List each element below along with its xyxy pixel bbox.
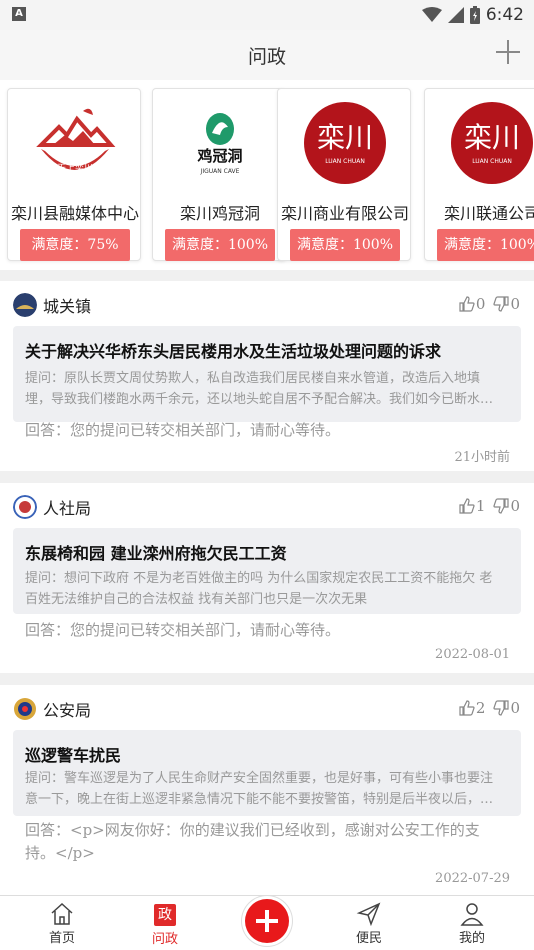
nav-mine[interactable]: 我的 — [442, 902, 502, 946]
org-name: 栾川县融媒体中心 — [10, 204, 139, 223]
page-title: 问政 — [247, 46, 286, 68]
question-title: 巡逻警车扰民 — [25, 746, 122, 765]
dislike-button[interactable]: 0 — [493, 295, 520, 313]
user-icon — [460, 903, 484, 926]
thumbs-down-icon — [493, 498, 510, 514]
notification-a-icon: A — [12, 7, 26, 21]
question-box[interactable]: 关于解决兴华桥东头居民楼用水及生活垃圾处理问题的诉求 提问：原队长贾文周仗势欺人… — [13, 326, 521, 422]
luanchuan-red-circle-logo-icon: 栾川 LUAN CHUAN — [451, 102, 533, 184]
org-card[interactable]: 鸡冠洞 JIGUAN CAVE 栾川鸡冠洞 满意度：100% — [152, 88, 286, 261]
nav-service-label: 便民 — [355, 931, 382, 946]
nav-wenzheng[interactable]: 政 问政 — [135, 902, 195, 947]
question-body: 提问：警车巡逻是为了人民生命财产安全固然重要，也是好事，可有些小事也要注意一下，… — [25, 771, 494, 807]
vote-group: 1 0 — [459, 497, 520, 515]
thumbs-up-icon — [459, 498, 475, 514]
like-button[interactable]: 2 — [459, 699, 486, 717]
thumbs-up-icon — [459, 296, 475, 312]
logo-text: 鸡冠洞 — [196, 147, 242, 165]
satisfaction-badge: 满意度：75% — [20, 229, 130, 261]
logo-subtext: JIGUAN CAVE — [200, 168, 240, 175]
battery-icon — [469, 6, 480, 24]
dept-avatar-icon — [13, 495, 37, 519]
nav-home-label: 首页 — [48, 931, 75, 946]
thumbs-up-icon — [459, 700, 475, 716]
nav-home[interactable]: 首页 — [32, 902, 92, 946]
dept-avatar-icon — [13, 293, 37, 317]
status-icons: 6:42 — [421, 2, 524, 28]
question-dept: 城关镇 — [13, 293, 91, 317]
nav-wenzheng-label: 问政 — [151, 932, 178, 947]
org-card[interactable]: 栾川 LUAN CHUAN 栾川联通公司 满意度：100% — [424, 88, 534, 261]
question-box[interactable]: 巡逻警车扰民 提问：警车巡逻是为了人民生命财产安全固然重要，也是好事，可有些小事… — [13, 730, 521, 816]
home-icon — [51, 902, 73, 925]
question-body: 提问：原队长贾文周仗势欺人，私自改造我们居民楼自来水管道，改造后入地填埋，导致我… — [25, 371, 494, 407]
org-card[interactable]: 天上栾川 栾川县融媒体中心 满意度：75% — [7, 88, 141, 261]
thumbs-down-icon — [493, 700, 510, 716]
dislike-count: 0 — [510, 699, 520, 717]
like-count: 0 — [475, 295, 486, 313]
logo-subtext: LUAN CHUAN — [325, 158, 365, 165]
vote-group: 2 0 — [459, 699, 520, 717]
question-body: 提问：想问下政府 不是为老百姓做主的吗 为什么国家规定农民工工资不能拖欠 老百姓… — [25, 571, 493, 607]
question-date: 2022-08-01 — [435, 647, 510, 662]
question-card[interactable]: 公安局 2 0 巡逻警车扰民 提问：警车巡逻是为了人民生命财产安全固然重要，也是… — [0, 685, 534, 895]
satisfaction-badge: 满意度：100% — [290, 229, 400, 261]
police-badge-icon — [14, 698, 36, 720]
title-bar: 问政 — [0, 30, 534, 80]
question-title: 东展椅和园 建业滦州府拖欠民工工资 — [25, 544, 287, 563]
satisfaction-badge: 满意度：100% — [437, 229, 534, 261]
like-count: 1 — [475, 497, 486, 515]
vote-group: 0 0 — [459, 295, 520, 313]
logo-subtext: LUAN CHUAN — [472, 158, 512, 165]
status-bar: A 6:42 — [0, 0, 534, 30]
question-date: 21小时前 — [454, 450, 510, 465]
luanchuan-red-circle-logo-icon: 栾川 LUAN CHUAN — [304, 102, 386, 184]
clock: 6:42 — [485, 5, 524, 25]
question-card[interactable]: 城关镇 0 0 关于解决兴华桥东头居民楼用水及生活垃圾处理问题的诉求 提问：原队… — [0, 281, 534, 471]
dept-name: 公安局 — [43, 701, 92, 720]
dislike-count: 0 — [510, 295, 520, 313]
satisfaction-badge: 满意度：100% — [165, 229, 275, 261]
nav-mine-label: 我的 — [458, 931, 485, 946]
like-button[interactable]: 0 — [459, 295, 486, 313]
dislike-button[interactable]: 0 — [493, 497, 520, 515]
question-card[interactable]: 人社局 1 0 东展椅和园 建业滦州府拖欠民工工资 提问：想问下政府 不是为老百… — [0, 483, 534, 673]
answer-text: 回答：您的提问已转交相关部门，请耐心等待。 — [25, 621, 341, 639]
org-name: 栾川鸡冠洞 — [179, 204, 260, 223]
dept-name: 人社局 — [43, 499, 92, 518]
org-name: 栾川联通公司 — [443, 204, 534, 223]
question-dept: 人社局 — [13, 495, 91, 519]
bottom-nav: 首页 政 问政 便民 我的 — [0, 895, 534, 950]
logo-text: 天上栾川 — [57, 162, 93, 174]
org-card[interactable]: 栾川 LUAN CHUAN 栾川商业有限公司 满意度：100% — [277, 88, 411, 261]
answer-text: 回答：<p>网友你好：你的建议我们已经收到，感谢对公安工作的支持。</p> — [25, 821, 480, 862]
like-button[interactable]: 1 — [459, 497, 486, 515]
wifi-icon — [421, 7, 442, 22]
dislike-button[interactable]: 0 — [493, 699, 520, 717]
dislike-count: 0 — [510, 497, 520, 515]
question-date: 2022-07-29 — [435, 871, 510, 886]
logo-text: 栾川 — [317, 121, 373, 154]
thumbs-down-icon — [493, 296, 510, 312]
org-carousel[interactable]: 天上栾川 栾川县融媒体中心 满意度：75% 鸡冠洞 JIGUAN CAVE 栾川… — [0, 80, 534, 270]
nav-service[interactable]: 便民 — [339, 902, 399, 946]
post-question-button[interactable] — [245, 899, 289, 943]
wenzheng-icon: 政 — [154, 904, 176, 926]
question-title: 关于解决兴华桥东头居民楼用水及生活垃圾处理问题的诉求 — [25, 342, 442, 361]
answer-text: 回答：您的提问已转交相关部门，请耐心等待。 — [25, 421, 341, 439]
signal-icon — [447, 7, 464, 23]
add-question-icon[interactable] — [496, 40, 520, 64]
send-icon — [356, 902, 381, 926]
dept-name: 城关镇 — [43, 297, 92, 316]
org-name: 栾川商业有限公司 — [280, 204, 409, 223]
like-count: 2 — [475, 699, 486, 717]
logo-text: 栾川 — [464, 121, 520, 154]
question-box[interactable]: 东展椅和园 建业滦州府拖欠民工工资 提问：想问下政府 不是为老百姓做主的吗 为什… — [13, 528, 521, 614]
question-dept: 公安局 — [13, 697, 91, 721]
mountain-seal-logo-icon: 天上栾川 — [36, 108, 116, 174]
jiguan-cave-logo-icon: 鸡冠洞 JIGUAN CAVE — [196, 113, 243, 175]
